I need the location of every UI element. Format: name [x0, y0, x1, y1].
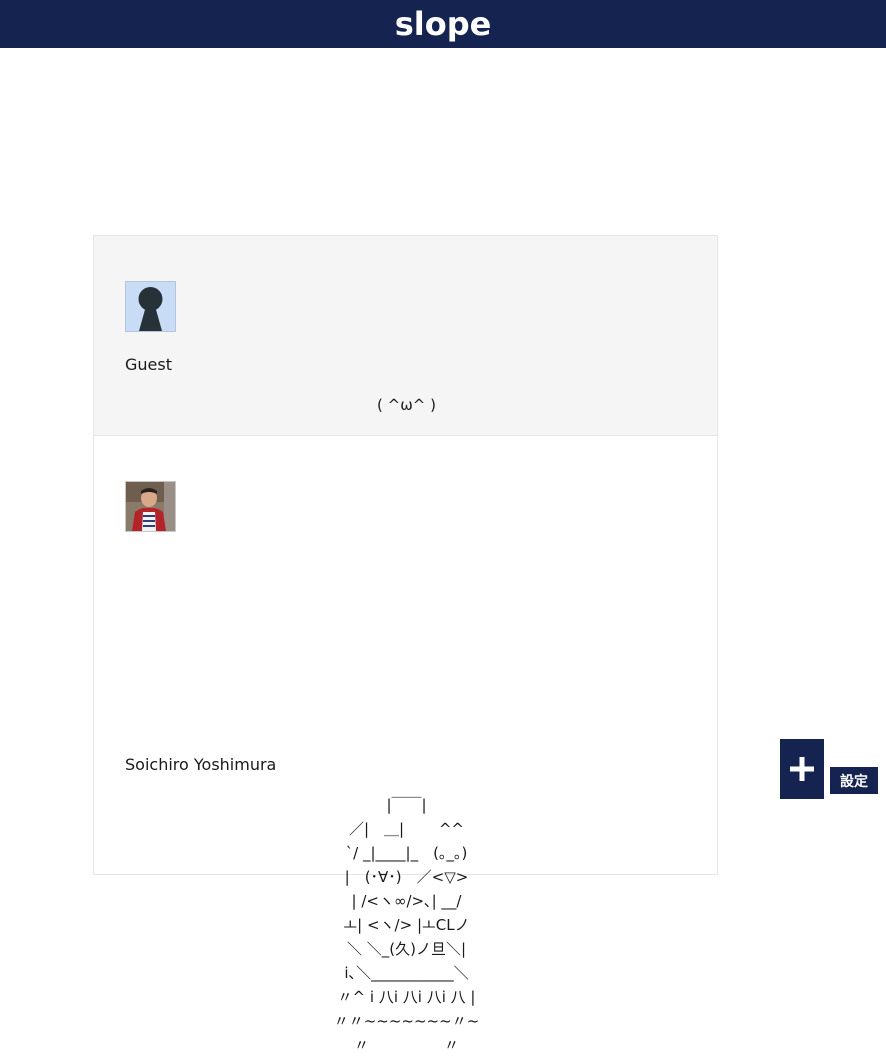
user-avatar[interactable] [125, 481, 176, 532]
guest-silhouette-icon [138, 287, 163, 331]
app-logo[interactable]: slope [395, 0, 492, 48]
new-post-button[interactable] [780, 739, 824, 799]
post-card: Guest ( ^ω^ ) [93, 235, 718, 435]
post-author[interactable]: Guest [125, 355, 172, 374]
guest-avatar[interactable] [125, 281, 176, 332]
post-feed: Guest ( ^ω^ ) Soichiro Yoshimura |￣￣| ／|… [93, 235, 718, 1054]
plus-icon [790, 757, 814, 781]
post-author[interactable]: Soichiro Yoshimura [125, 755, 276, 774]
app-header: slope [0, 0, 886, 48]
post-card: Soichiro Yoshimura |￣￣| ／| ＿| ^^ `/ _|__… [93, 435, 718, 1054]
ascii-art: |￣￣| ／| ＿| ^^ `/ _|____|_ (｡_｡) | (･∀･) … [333, 796, 480, 1054]
post-text: ( ^ω^ ) [377, 396, 436, 414]
settings-button[interactable]: 設定 [830, 767, 878, 794]
user-photo-avatar [126, 482, 175, 531]
